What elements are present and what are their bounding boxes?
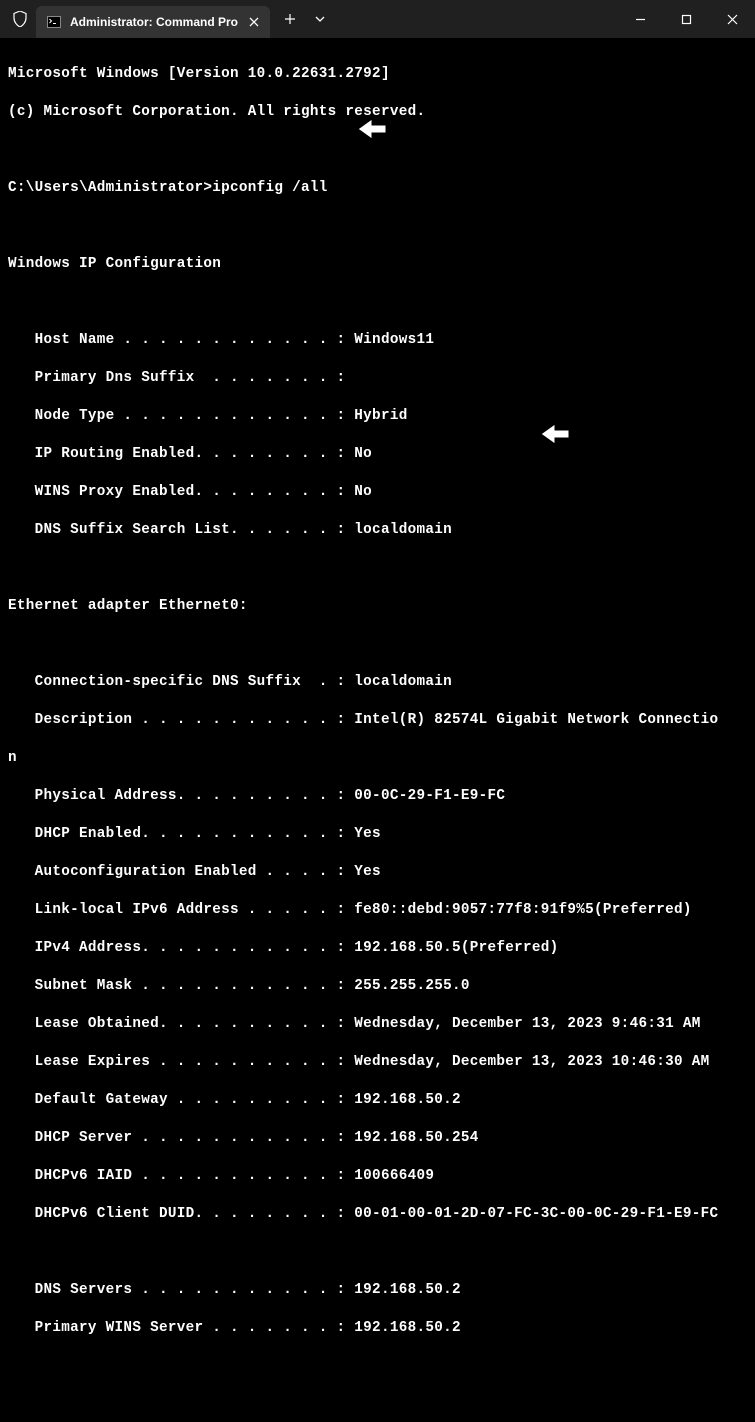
autoconfig: Autoconfiguration Enabled . . . . : Yes	[8, 863, 747, 882]
blank	[8, 217, 747, 236]
conn-dns: Connection-specific DNS Suffix . : local…	[8, 673, 747, 692]
window-controls	[617, 0, 755, 38]
ipconfig-title: Windows IP Configuration	[8, 255, 747, 274]
maximize-button[interactable]	[663, 0, 709, 38]
wins-proxy: WINS Proxy Enabled. . . . . . . . : No	[8, 483, 747, 502]
primary-wins: Primary WINS Server . . . . . . . : 192.…	[8, 1319, 747, 1338]
new-tab-button[interactable]	[276, 5, 304, 33]
copyright-line: (c) Microsoft Corporation. All rights re…	[8, 103, 747, 122]
ip-routing: IP Routing Enabled. . . . . . . . : No	[8, 445, 747, 464]
blank	[8, 635, 747, 654]
host-name: Host Name . . . . . . . . . . . . : Wind…	[8, 331, 747, 350]
close-button[interactable]	[709, 0, 755, 38]
tab-active[interactable]: Administrator: Command Pro	[36, 6, 270, 38]
prompt-line: C:\Users\Administrator>ipconfig /all	[8, 179, 747, 198]
blank	[8, 141, 747, 160]
terminal-icon	[46, 14, 62, 30]
tab-close-button[interactable]	[246, 14, 262, 30]
blank	[8, 1243, 747, 1262]
primary-dns-suffix: Primary Dns Suffix . . . . . . . :	[8, 369, 747, 388]
node-type: Node Type . . . . . . . . . . . . : Hybr…	[8, 407, 747, 426]
link-local-ipv6: Link-local IPv6 Address . . . . . : fe80…	[8, 901, 747, 920]
dhcp-enabled: DHCP Enabled. . . . . . . . . . . : Yes	[8, 825, 747, 844]
adapter-title: Ethernet adapter Ethernet0:	[8, 597, 747, 616]
tab-title: Administrator: Command Pro	[70, 15, 238, 29]
command-text: ipconfig /all	[212, 180, 327, 196]
version-line: Microsoft Windows [Version 10.0.22631.27…	[8, 65, 747, 84]
prompt-path: C:\Users\Administrator>	[8, 180, 212, 196]
blank	[8, 559, 747, 578]
default-gateway: Default Gateway . . . . . . . . . : 192.…	[8, 1091, 747, 1110]
tab-dropdown-button[interactable]	[306, 5, 334, 33]
physical-address: Physical Address. . . . . . . . . : 00-0…	[8, 787, 747, 806]
description: Description . . . . . . . . . . . : Inte…	[8, 711, 747, 730]
terminal-output[interactable]: Microsoft Windows [Version 10.0.22631.27…	[0, 38, 755, 1422]
subnet-mask: Subnet Mask . . . . . . . . . . . : 255.…	[8, 977, 747, 996]
description-wrap: n	[8, 749, 747, 768]
dhcpv6-duid: DHCPv6 Client DUID. . . . . . . . : 00-0…	[8, 1205, 747, 1224]
dns-servers: DNS Servers . . . . . . . . . . . : 192.…	[8, 1281, 747, 1300]
lease-expires: Lease Expires . . . . . . . . . . : Wedn…	[8, 1053, 747, 1072]
blank	[8, 293, 747, 312]
shield-icon	[12, 11, 28, 27]
minimize-button[interactable]	[617, 0, 663, 38]
dns-suffix-list: DNS Suffix Search List. . . . . . : loca…	[8, 521, 747, 540]
dhcp-server: DHCP Server . . . . . . . . . . . : 192.…	[8, 1129, 747, 1148]
lease-obtained: Lease Obtained. . . . . . . . . . : Wedn…	[8, 1015, 747, 1034]
ipv4-address: IPv4 Address. . . . . . . . . . . : 192.…	[8, 939, 747, 958]
dhcpv6-iaid: DHCPv6 IAID . . . . . . . . . . . : 1006…	[8, 1167, 747, 1186]
titlebar: Administrator: Command Pro	[0, 0, 755, 38]
